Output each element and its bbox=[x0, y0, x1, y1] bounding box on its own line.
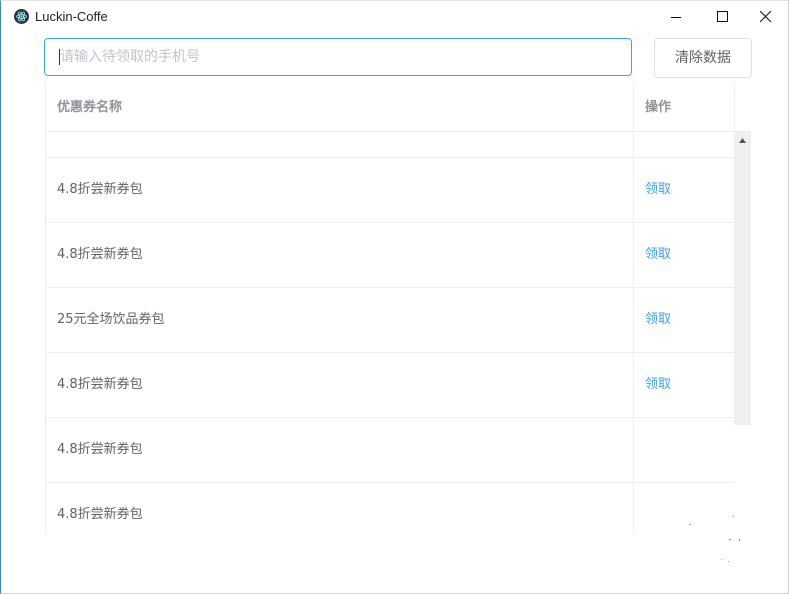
maximize-button[interactable] bbox=[700, 1, 746, 33]
table-row: 4.8折尝新券包 bbox=[46, 418, 734, 483]
table-row: 4.8折尝新券包 领取 bbox=[46, 223, 734, 288]
coupon-name: 4.8折尝新券包 bbox=[57, 377, 143, 392]
coupon-name: 4.8折尝新券包 bbox=[57, 507, 143, 522]
scroll-up-button[interactable] bbox=[734, 132, 751, 149]
column-header-action: 操作 bbox=[645, 100, 672, 115]
vertical-scrollbar[interactable] bbox=[734, 132, 751, 425]
minimize-button[interactable] bbox=[654, 1, 700, 33]
table-header: 优惠券名称 操作 bbox=[46, 83, 751, 132]
coupon-name: 25元全场饮品券包 bbox=[57, 312, 165, 327]
table-body: 4.8折尝新券包 领取 4.8折尝新券包 领取 25元全场饮品券包 领取 4.8… bbox=[46, 132, 734, 533]
claim-link[interactable]: 领取 bbox=[645, 223, 671, 287]
app-window: Luckin-Coffe 清除数据 优惠券名称 操作 bbox=[0, 0, 789, 594]
window-title: Luckin-Coffe bbox=[35, 9, 108, 24]
coupon-name: 4.8折尝新券包 bbox=[57, 182, 143, 197]
close-button[interactable] bbox=[743, 1, 789, 33]
table-row: 4.8折尝新券包 bbox=[46, 483, 734, 533]
render-artifact bbox=[689, 516, 740, 562]
triangle-up-icon bbox=[739, 138, 746, 143]
maximize-icon bbox=[717, 11, 728, 22]
claim-link[interactable]: 领取 bbox=[645, 353, 671, 417]
table-row: 25元全场饮品券包 领取 bbox=[46, 288, 734, 353]
title-bar[interactable]: Luckin-Coffe bbox=[1, 1, 788, 33]
column-header-coupon-name[interactable]: 优惠券名称 bbox=[57, 83, 122, 131]
coupon-name: 4.8折尝新券包 bbox=[57, 247, 143, 262]
table-row bbox=[46, 132, 734, 158]
table-row: 4.8折尝新券包 领取 bbox=[46, 353, 734, 418]
close-icon bbox=[760, 11, 772, 23]
text-caret bbox=[59, 49, 60, 65]
clear-data-button[interactable]: 清除数据 bbox=[654, 38, 752, 78]
claim-link[interactable]: 领取 bbox=[645, 158, 671, 222]
minimize-icon bbox=[671, 17, 681, 18]
table-row: 4.8折尝新券包 领取 bbox=[46, 158, 734, 223]
electron-atom-icon bbox=[14, 9, 29, 24]
header-gutter-divider bbox=[734, 83, 735, 132]
coupon-table: 优惠券名称 操作 4.8折尝新券包 领取 4.8折尝新券包 领取 25元全场饮品… bbox=[45, 83, 751, 533]
coupon-name: 4.8折尝新券包 bbox=[57, 442, 143, 457]
phone-number-input[interactable] bbox=[44, 38, 632, 76]
claim-link[interactable]: 领取 bbox=[645, 288, 671, 352]
